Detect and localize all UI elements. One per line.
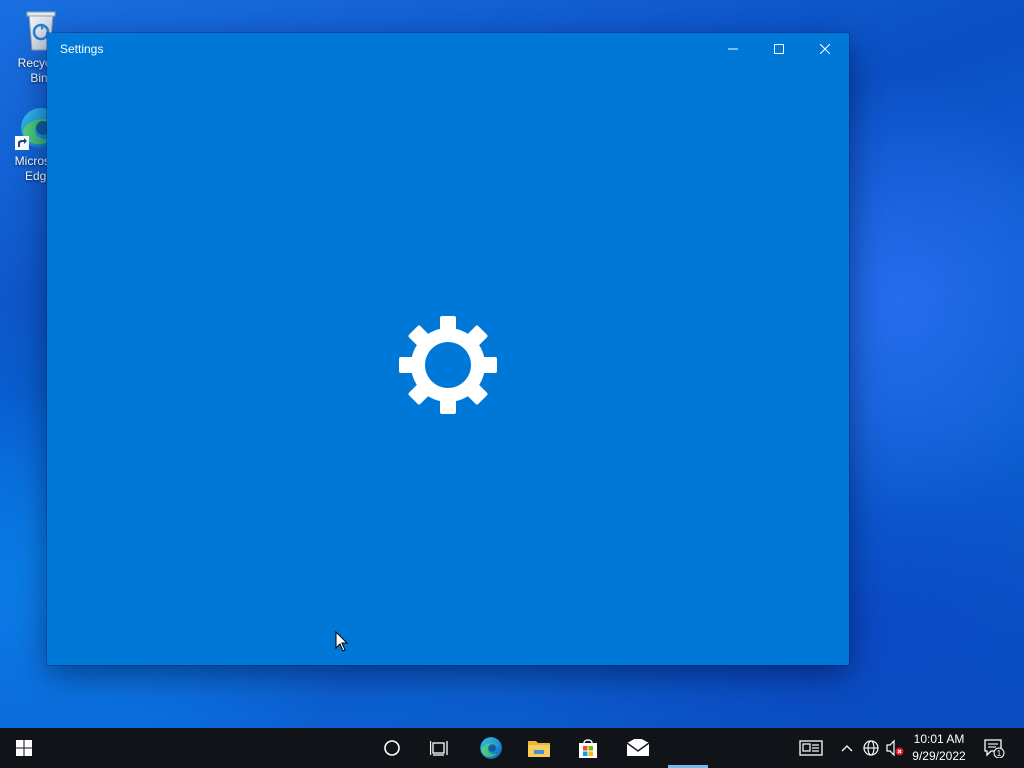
title-bar[interactable]: Settings — [47, 33, 849, 65]
cortana-circle-icon — [384, 740, 400, 756]
chevron-up-icon — [841, 745, 853, 752]
action-center-button[interactable]: 1 — [978, 728, 1010, 768]
task-view-icon — [430, 741, 448, 756]
store-bag-icon — [579, 739, 597, 758]
volume-button[interactable] — [884, 728, 906, 768]
mouse-cursor-icon — [335, 631, 349, 652]
edge-icon — [480, 737, 502, 759]
globe-network-icon — [863, 740, 879, 756]
notification-icon: 1 — [984, 739, 1005, 758]
taskbar-mail-button[interactable] — [614, 728, 662, 768]
notification-count: 1 — [997, 749, 1002, 758]
show-hidden-icons-button[interactable] — [838, 728, 856, 768]
desktop: Recycle Bin Microsoft Edge Settings 10:0… — [0, 0, 1024, 768]
folder-icon — [528, 741, 550, 757]
settings-window[interactable]: Settings — [47, 33, 849, 665]
network-button[interactable] — [860, 728, 882, 768]
clock[interactable]: 10:01 AM 9/29/2022 — [906, 731, 972, 765]
minimize-button[interactable] — [710, 33, 756, 65]
news-button[interactable] — [796, 728, 826, 768]
taskbar-search-button[interactable] — [368, 728, 416, 768]
maximize-button[interactable] — [756, 33, 802, 65]
clock-date: 9/29/2022 — [912, 749, 966, 763]
minimize-icon — [728, 48, 738, 50]
volume-muted-icon — [886, 739, 904, 757]
news-icon — [799, 740, 823, 756]
taskbar-store-button[interactable] — [564, 728, 612, 768]
taskbar-edge-button[interactable] — [466, 728, 514, 768]
close-button[interactable] — [802, 33, 848, 65]
window-title: Settings — [60, 42, 104, 56]
windows-logo-icon — [16, 740, 32, 756]
mail-icon — [626, 739, 650, 756]
taskbar: 10:01 AM 9/29/2022 1 — [0, 728, 1024, 768]
maximize-icon — [774, 44, 784, 54]
start-button[interactable] — [0, 728, 48, 768]
gear-icon — [399, 316, 497, 414]
task-view-button[interactable] — [416, 728, 464, 768]
clock-time: 10:01 AM — [913, 732, 965, 746]
taskbar-file-explorer-button[interactable] — [515, 728, 563, 768]
shortcut-arrow-icon — [15, 136, 29, 150]
close-icon — [820, 44, 830, 54]
